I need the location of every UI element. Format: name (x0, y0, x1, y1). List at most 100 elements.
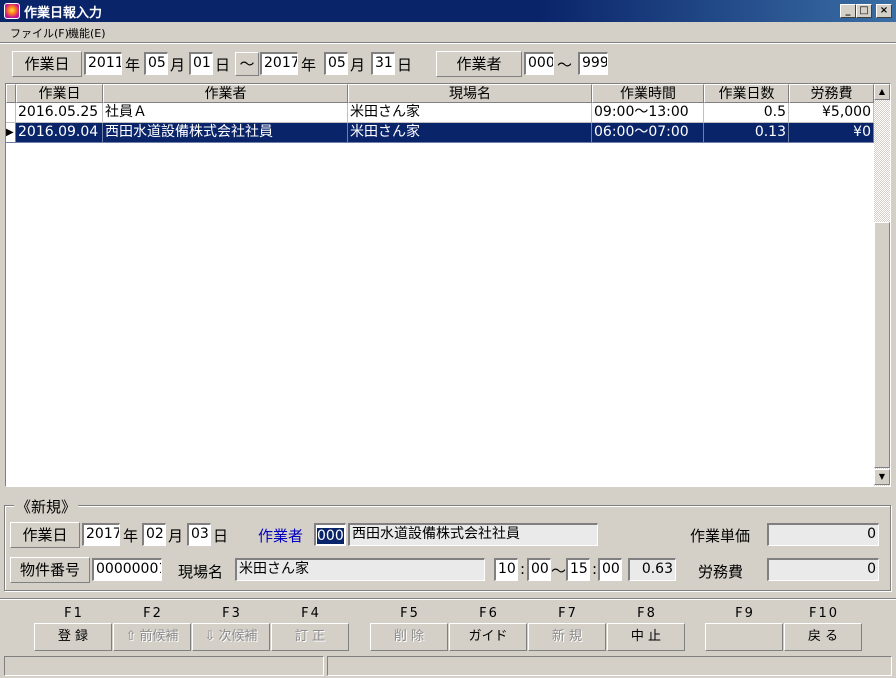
form-start-hour-input[interactable]: 10 (494, 558, 518, 581)
filter-from-day-input[interactable]: 01 (189, 52, 213, 75)
cancel-button[interactable]: 中 止 (607, 623, 685, 651)
previous-candidate-label: 前候補 (139, 629, 179, 644)
cell-worker: 社員Ａ (103, 103, 348, 123)
form-date-label: 作業日 (10, 522, 80, 548)
cell-site: 米田さん家 (348, 103, 592, 123)
form-end-minute-input[interactable]: 00 (598, 558, 622, 581)
fkey-label-f6: F6 (479, 606, 499, 621)
vertical-scrollbar[interactable]: ▲ ▼ (874, 84, 890, 486)
scroll-down-icon[interactable]: ▼ (874, 469, 890, 485)
month-unit: 月 (350, 56, 366, 74)
cell-days: 0.5 (704, 103, 789, 123)
f9-button[interactable] (705, 623, 783, 651)
column-header-days[interactable]: 作業日数 (704, 84, 789, 103)
form-month-input[interactable]: 02 (142, 523, 166, 546)
form-property-input[interactable]: 00000001 (92, 558, 162, 581)
form-property-label: 物件番号 (10, 557, 90, 583)
title-bar: 作業日報入力 _ □ × (0, 0, 896, 22)
range-tilde: ～ (557, 56, 573, 74)
form-start-minute-input[interactable]: 00 (527, 558, 551, 581)
column-header-cost[interactable]: 労務費 (789, 84, 874, 103)
cell-cost: ¥5,000 (789, 103, 874, 123)
year-unit: 年 (125, 56, 141, 74)
scroll-up-icon[interactable]: ▲ (874, 84, 890, 100)
maximize-button[interactable]: □ (856, 4, 872, 18)
row-indicator-header (6, 84, 16, 103)
filter-to-year-input[interactable]: 2017 (260, 52, 298, 75)
minimize-button[interactable]: _ (840, 4, 856, 18)
menu-function[interactable]: 機能(E) (68, 25, 106, 41)
cell-cost: ¥0 (789, 123, 874, 143)
previous-candidate-button[interactable]: ⇧ 前候補 (113, 623, 191, 651)
next-candidate-label: 次候補 (218, 629, 258, 644)
filter-to-month-input[interactable]: 05 (324, 52, 348, 75)
form-worker-label: 作業者 (258, 527, 304, 545)
filter-date-label: 作業日 (12, 51, 82, 77)
cell-time: 06:00～07:00 (592, 123, 704, 143)
menu-bar: ファイル(F) 機能(E) (0, 22, 896, 42)
scroll-thumb[interactable] (874, 222, 890, 468)
register-button[interactable]: 登 録 (34, 623, 112, 651)
filter-to-day-input[interactable]: 31 (371, 52, 395, 75)
row-indicator (6, 103, 16, 123)
worker-code-value: 000 (317, 528, 344, 544)
window-title: 作業日報入力 (24, 6, 103, 21)
cell-time: 09:00～13:00 (592, 103, 704, 123)
filter-from-year-input[interactable]: 2011 (84, 52, 122, 75)
menu-divider (0, 42, 896, 44)
delete-button[interactable]: 削 除 (370, 623, 448, 651)
form-site-name: 米田さん家 (235, 558, 485, 581)
table-row[interactable]: ▶ 2016.09.04 西田水道設備株式会社社員 米田さん家 06:00～07… (6, 123, 874, 143)
time-colon: : (592, 560, 598, 578)
back-button[interactable]: 戻 る (784, 623, 862, 651)
time-colon: : (520, 560, 526, 578)
fkey-label-f8: F8 (637, 606, 657, 621)
day-unit: 日 (397, 56, 413, 74)
cell-date: 2016.09.04 (16, 123, 103, 143)
column-header-site[interactable]: 現場名 (348, 84, 592, 103)
new-button[interactable]: 新 規 (528, 623, 606, 651)
form-unit-price: 0 (767, 523, 879, 546)
form-cost-label: 労務費 (698, 563, 744, 581)
form-unit-price-label: 作業単価 (690, 527, 751, 545)
up-arrow-icon: ⇧ (125, 629, 137, 644)
column-header-worker[interactable]: 作業者 (103, 84, 348, 103)
range-tilde: ～ (235, 52, 259, 76)
status-panel-right (327, 656, 892, 676)
menu-file[interactable]: ファイル(F) (10, 25, 69, 41)
down-arrow-icon: ⇩ (204, 629, 216, 644)
form-worker-code-input[interactable]: 000 (314, 523, 346, 546)
cell-site: 米田さん家 (348, 123, 592, 143)
guide-button[interactable]: ガイド (449, 623, 527, 651)
day-unit: 日 (215, 56, 231, 74)
column-header-time[interactable]: 作業時間 (592, 84, 704, 103)
form-end-hour-input[interactable]: 15 (566, 558, 590, 581)
app-icon (4, 3, 20, 19)
cell-date: 2016.05.25 (16, 103, 103, 123)
close-button[interactable]: × (876, 4, 892, 18)
filter-from-month-input[interactable]: 05 (144, 52, 168, 75)
month-unit: 月 (170, 56, 186, 74)
filter-worker-from-input[interactable]: 000 (524, 52, 554, 75)
correct-button[interactable]: 訂 正 (271, 623, 349, 651)
filter-worker-label: 作業者 (436, 51, 522, 77)
fkey-label-f5: F5 (400, 606, 420, 621)
form-day-input[interactable]: 03 (187, 523, 211, 546)
filter-worker-to-input[interactable]: 999 (578, 52, 608, 75)
form-site-label: 現場名 (178, 563, 224, 581)
cell-worker: 西田水道設備株式会社社員 (103, 123, 348, 143)
column-header-date[interactable]: 作業日 (16, 84, 103, 103)
records-grid[interactable]: 作業日 作業者 現場名 作業時間 作業日数 労務費 2016.05.25 社員Ａ… (5, 83, 891, 487)
table-row[interactable]: 2016.05.25 社員Ａ 米田さん家 09:00～13:00 0.5 ¥5,… (6, 103, 874, 123)
fkey-label-f4: F4 (301, 606, 321, 621)
fkey-label-f2: F2 (143, 606, 163, 621)
next-candidate-button[interactable]: ⇩ 次候補 (192, 623, 270, 651)
day-unit: 日 (213, 527, 229, 545)
row-pointer-icon: ▶ (6, 123, 16, 143)
form-year-input[interactable]: 2017 (82, 523, 120, 546)
time-tilde: ～ (551, 562, 567, 580)
year-unit: 年 (123, 527, 139, 545)
status-panel-left (4, 656, 324, 676)
fkey-label-f3: F3 (222, 606, 242, 621)
year-unit: 年 (301, 56, 317, 74)
